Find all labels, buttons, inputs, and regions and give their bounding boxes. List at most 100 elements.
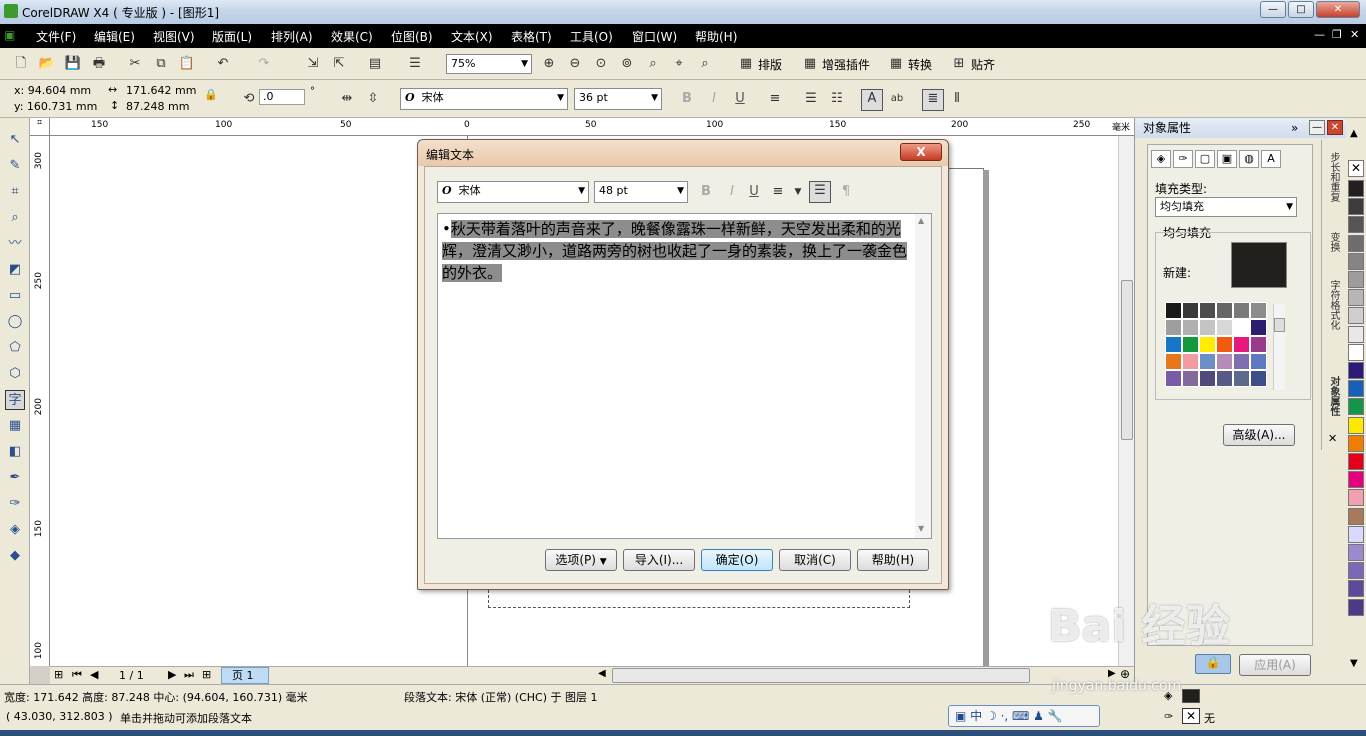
color-swatch[interactable] xyxy=(1216,319,1233,336)
dialog-font-combo[interactable]: O 宋体 ▼ xyxy=(437,181,589,203)
color-swatch-grid[interactable] xyxy=(1165,302,1271,388)
color-swatch[interactable] xyxy=(1216,353,1233,370)
drop-cap-icon[interactable]: ☷ xyxy=(828,90,846,108)
freehand-tool-icon[interactable]: 〰 xyxy=(5,234,25,254)
menu-help[interactable]: 帮助(H) xyxy=(695,28,737,45)
new-icon[interactable]: 🗋 xyxy=(12,55,30,73)
publish-pdf-icon[interactable]: ▤ xyxy=(366,55,384,73)
color-swatch[interactable] xyxy=(1165,336,1182,353)
font-size-combo[interactable]: 36 pt ▼ xyxy=(574,88,662,110)
palette-color-swatch[interactable] xyxy=(1348,434,1364,452)
palette-color-swatch[interactable] xyxy=(1348,544,1364,561)
doc-minimize-icon[interactable]: — xyxy=(1314,28,1325,41)
welcome-screen-icon[interactable]: ☰ xyxy=(406,55,424,73)
save-icon[interactable]: 💾 xyxy=(64,55,82,73)
character-tab-icon[interactable]: A xyxy=(1261,150,1281,168)
ime-mode[interactable]: 中 xyxy=(970,709,982,723)
edit-text-content[interactable]: •秋天带着落叶的声音来了，晚餐像露珠一样新鲜，天空发出柔和的光辉，澄清又渺小，道… xyxy=(442,218,916,284)
palette-color-swatch[interactable] xyxy=(1348,362,1364,379)
undo-icon[interactable]: ↶ xyxy=(214,55,232,73)
palette-color-swatch[interactable] xyxy=(1348,234,1364,252)
color-swatch[interactable] xyxy=(1233,302,1250,319)
font-family-combo[interactable]: O 宋体 ▼ xyxy=(400,88,568,110)
swatch-scrollbar[interactable] xyxy=(1273,304,1285,390)
docker-close-icon[interactable]: ✕ xyxy=(1327,120,1343,135)
export-icon[interactable]: ⇱ xyxy=(330,55,348,73)
color-swatch[interactable] xyxy=(1165,353,1182,370)
dialog-drop-cap-icon[interactable]: ¶ xyxy=(837,183,855,201)
color-swatch[interactable] xyxy=(1250,353,1267,370)
redo-icon[interactable]: ↷ xyxy=(255,55,273,73)
apply-lock-icon[interactable]: 🔒 xyxy=(1195,654,1231,674)
menu-window[interactable]: 窗口(W) xyxy=(632,28,677,45)
palette-color-swatch[interactable] xyxy=(1348,598,1364,616)
color-swatch[interactable] xyxy=(1182,370,1199,387)
palette-color-swatch[interactable] xyxy=(1348,507,1364,525)
color-swatch[interactable] xyxy=(1165,302,1182,319)
selected-text[interactable]: 秋天带着落叶的声音来了，晚餐像露珠一样新鲜，天空发出柔和的光辉，澄清又渺小，道路… xyxy=(442,220,908,282)
color-swatch[interactable] xyxy=(1182,336,1199,353)
mirror-vertical-icon[interactable]: ⇳ xyxy=(364,90,382,108)
palette-color-swatch[interactable] xyxy=(1348,252,1364,270)
vertical-scroll-thumb[interactable] xyxy=(1121,280,1133,440)
summary-tab-icon[interactable]: ▣ xyxy=(1217,150,1237,168)
bullet-list-icon[interactable]: ☰ xyxy=(802,90,820,108)
doc-close-icon[interactable]: ✕ xyxy=(1350,28,1359,41)
color-swatch[interactable] xyxy=(1233,319,1250,336)
copy-icon[interactable]: ⧉ xyxy=(152,55,170,73)
bold-icon[interactable]: B xyxy=(678,90,696,108)
menu-text[interactable]: 文本(X) xyxy=(451,28,493,45)
outline-tab-icon[interactable]: ✑ xyxy=(1173,150,1193,168)
last-page-icon[interactable]: ⏭ xyxy=(184,668,194,682)
menu-table[interactable]: 表格(T) xyxy=(511,28,552,45)
eyedropper-tool-icon[interactable]: ✒ xyxy=(5,468,25,488)
side-tab-transform[interactable]: 变换 xyxy=(1326,232,1341,252)
horizontal-scrollbar[interactable] xyxy=(612,668,1030,683)
snap-plugin-icon[interactable]: ⊞ xyxy=(950,55,968,73)
object-width[interactable]: 171.642 mm xyxy=(126,84,196,97)
object-height[interactable]: 87.248 mm xyxy=(126,100,189,113)
import-button[interactable]: 导入(I)... xyxy=(623,549,695,571)
menu-view[interactable]: 视图(V) xyxy=(153,28,195,45)
x-position[interactable]: x: 94.604 mm xyxy=(14,84,91,97)
fill-type-combo[interactable]: 均匀填充 ▼ xyxy=(1155,197,1297,217)
color-swatch[interactable] xyxy=(1233,370,1250,387)
underline-icon[interactable]: U xyxy=(731,90,749,108)
palette-color-swatch[interactable] xyxy=(1348,489,1364,507)
paste-icon[interactable]: 📋 xyxy=(178,55,196,73)
menu-arrange[interactable]: 排列(A) xyxy=(271,28,313,45)
dialog-align-icon[interactable]: ≡ xyxy=(769,183,787,201)
color-swatch[interactable] xyxy=(1233,336,1250,353)
options-button[interactable]: 选项(P) ▼ xyxy=(545,549,617,571)
fill-tab-icon[interactable]: ◈ xyxy=(1151,150,1171,168)
no-fill-swatch[interactable]: ✕ xyxy=(1348,160,1364,177)
vertical-ruler[interactable]: 300 250 200 150 100 xyxy=(30,136,50,666)
palette-color-swatch[interactable] xyxy=(1348,380,1364,398)
zoom-level-combo[interactable]: 75% ▼ xyxy=(446,54,532,74)
text-edit-area[interactable]: •秋天带着落叶的声音来了，晚餐像露珠一样新鲜，天空发出柔和的光辉，澄清又渺小，道… xyxy=(437,213,932,539)
side-tab-close-icon[interactable]: ✕ xyxy=(1328,432,1337,445)
color-swatch[interactable] xyxy=(1250,319,1267,336)
color-swatch[interactable] xyxy=(1199,353,1216,370)
vertical-text-icon[interactable]: ⦀ xyxy=(948,90,966,108)
palette-color-swatch[interactable] xyxy=(1348,471,1364,489)
menu-effects[interactable]: 效果(C) xyxy=(331,28,373,45)
add-page-after-icon[interactable]: ⊞ xyxy=(202,668,211,681)
menu-bitmaps[interactable]: 位图(B) xyxy=(391,28,433,45)
color-swatch[interactable] xyxy=(1250,336,1267,353)
menu-tools[interactable]: 工具(O) xyxy=(570,28,613,45)
maximize-button[interactable]: □ xyxy=(1288,1,1314,18)
convert-plugin-icon[interactable]: ▦ xyxy=(887,55,905,73)
color-swatch[interactable] xyxy=(1250,302,1267,319)
menu-edit[interactable]: 编辑(E) xyxy=(94,28,135,45)
outline-tool-icon[interactable]: ✑ xyxy=(5,494,25,514)
snap-plugin-label[interactable]: 贴齐 xyxy=(971,56,995,73)
color-swatch[interactable] xyxy=(1216,370,1233,387)
close-button[interactable]: ✕ xyxy=(1316,1,1360,18)
zoom-tool-icon[interactable]: ⌕ xyxy=(5,208,25,228)
zoom-width-icon[interactable]: ⌖ xyxy=(670,55,688,73)
text-edit-scrollbar[interactable]: ▲ ▼ xyxy=(915,214,931,538)
color-swatch[interactable] xyxy=(1199,370,1216,387)
table-tool-icon[interactable]: ▦ xyxy=(5,416,25,436)
palette-color-swatch[interactable] xyxy=(1348,562,1364,580)
